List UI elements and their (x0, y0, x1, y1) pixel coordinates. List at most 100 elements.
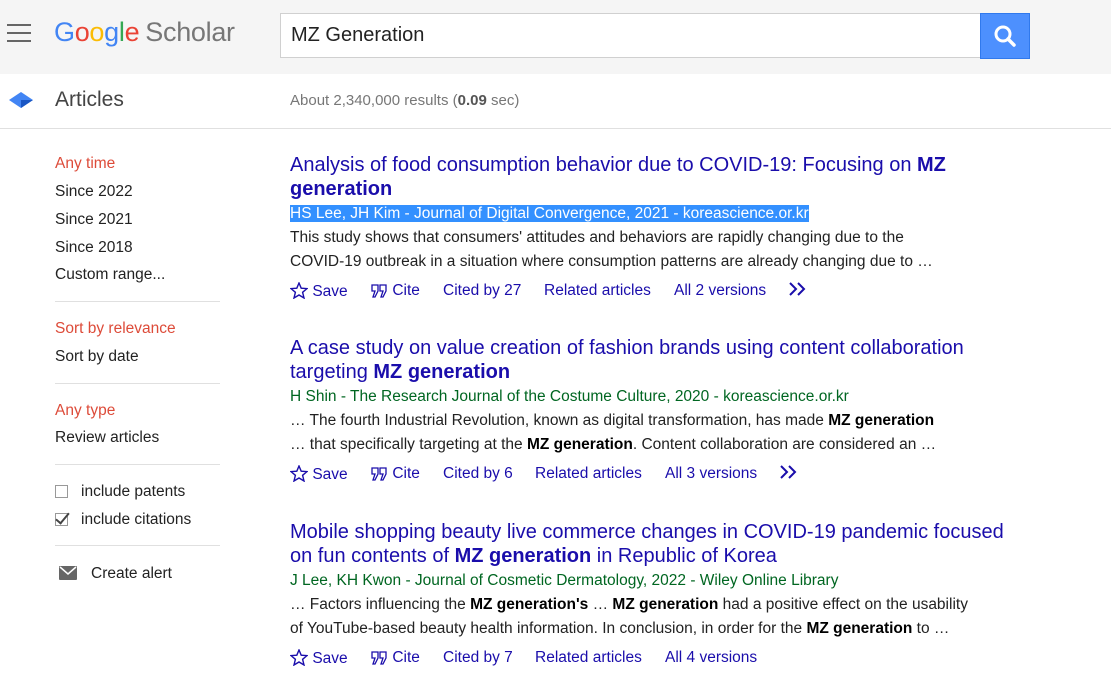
quote-icon (371, 651, 387, 665)
result-meta: HS Lee, JH Kim - Journal of Digital Conv… (290, 204, 1080, 224)
cite-label: Cite (392, 649, 420, 666)
snippet-text: of YouTube-based beauty health informati… (290, 620, 807, 637)
star-icon (289, 281, 309, 300)
cited-by-link[interactable]: Cited by 6 (443, 465, 513, 483)
filter-since-2022[interactable]: Since 2022 (55, 183, 133, 201)
snippet-text: … The fourth Industrial Revolution, know… (290, 412, 829, 429)
top-header: Google Scholar MZ Generation (0, 0, 1111, 74)
result-title-link[interactable]: Analysis of food consumption behavior du… (290, 153, 1080, 201)
title-highlight: MZ generation (373, 361, 511, 383)
snippet-highlight: MZ generation (612, 596, 719, 613)
star-icon (289, 464, 309, 483)
results-count: About 2,340,000 results (0.09 sec) (290, 92, 519, 109)
save-button[interactable]: Save (289, 464, 348, 484)
more-options-button[interactable] (779, 464, 799, 482)
save-button[interactable]: Save (289, 281, 348, 301)
double-chevron-icon (789, 282, 806, 296)
title-highlight: MZ (917, 154, 946, 176)
sort-by-date[interactable]: Sort by date (55, 348, 139, 366)
related-articles-link[interactable]: Related articles (535, 649, 642, 667)
filter-since-2018[interactable]: Since 2018 (55, 239, 133, 257)
cited-by-link[interactable]: Cited by 7 (443, 649, 513, 667)
search-result: Analysis of food consumption behavior du… (289, 153, 1080, 300)
snippet-text: . Content collaboration are considered a… (632, 436, 937, 453)
include-citations-label[interactable]: include citations (81, 511, 191, 529)
logo-scholar-text: Scholar (145, 17, 235, 47)
logo-letter: o (74, 17, 90, 47)
menu-icon[interactable] (7, 24, 33, 46)
result-snippet: This study shows that consumers' attitud… (290, 226, 1080, 274)
search-result: Mobile shopping beauty live commerce cha… (289, 520, 1080, 667)
include-patents-checkbox[interactable] (55, 485, 68, 498)
filter-any-type[interactable]: Any type (55, 402, 115, 420)
divider (55, 545, 220, 546)
result-snippet: … The fourth Industrial Revolution, know… (290, 409, 1080, 457)
divider (55, 383, 220, 384)
quote-icon (371, 284, 387, 298)
all-versions-link[interactable]: All 3 versions (665, 465, 757, 483)
snippet-text: … that specifically targeting at the (290, 436, 527, 453)
results-count-suffix: sec) (486, 92, 520, 109)
envelope-icon (59, 566, 77, 580)
filter-review-articles[interactable]: Review articles (55, 429, 159, 447)
include-patents-label[interactable]: include patents (81, 483, 185, 501)
snippet-highlight: MZ generation's (470, 596, 589, 613)
all-versions-link[interactable]: All 4 versions (665, 649, 757, 667)
title-text: targeting (290, 361, 374, 383)
logo-letter: g (104, 17, 119, 47)
results-time: 0.09 (457, 92, 487, 109)
filter-any-time[interactable]: Any time (55, 155, 115, 173)
result-meta: H Shin - The Research Journal of the Cos… (290, 388, 849, 405)
snippet-text: … Factors influencing the (290, 596, 471, 613)
search-input[interactable]: MZ Generation (280, 13, 980, 58)
cited-by-link[interactable]: Cited by 27 (443, 282, 521, 300)
cite-button[interactable]: Cite (371, 282, 420, 300)
more-options-button[interactable] (788, 281, 808, 299)
snippet-text: to … (912, 620, 950, 637)
logo-letter: e (124, 17, 140, 47)
star-icon (289, 648, 309, 667)
search-result: A case study on value creation of fashio… (289, 336, 1080, 483)
search-icon (994, 25, 1016, 47)
sort-by-relevance[interactable]: Sort by relevance (55, 320, 176, 338)
snippet-highlight: MZ generation (828, 412, 935, 429)
snippet-text: … (588, 596, 613, 613)
filter-since-2021[interactable]: Since 2021 (55, 211, 133, 229)
snippet-highlight: MZ generation (806, 620, 913, 637)
snippet-text: had a positive effect on the usability (718, 596, 968, 613)
result-title-link[interactable]: Mobile shopping beauty live commerce cha… (290, 520, 1080, 568)
divider (55, 301, 220, 302)
title-highlight: MZ generation (454, 545, 592, 567)
selected-text: HS Lee, JH Kim - Journal of Digital Conv… (290, 205, 809, 222)
result-snippet: … Factors influencing the MZ generation'… (290, 593, 1080, 641)
logo-letter: o (89, 17, 105, 47)
related-articles-link[interactable]: Related articles (544, 282, 651, 300)
save-button[interactable]: Save (289, 648, 348, 668)
double-chevron-icon (780, 465, 797, 479)
results-count-text: About 2,340,000 results ( (290, 92, 458, 109)
title-text: Analysis of food consumption behavior du… (290, 154, 918, 176)
title-highlight: generation (290, 178, 393, 200)
save-label: Save (312, 650, 348, 667)
cite-button[interactable]: Cite (371, 465, 420, 483)
create-alert-link[interactable]: Create alert (91, 565, 172, 583)
search-button[interactable] (980, 13, 1030, 59)
section-title[interactable]: Articles (55, 88, 124, 112)
result-meta: J Lee, KH Kwon - Journal of Cosmetic Der… (290, 572, 839, 589)
all-versions-link[interactable]: All 2 versions (674, 282, 766, 300)
cite-button[interactable]: Cite (371, 649, 420, 667)
subheader-bar: Articles About 2,340,000 results (0.09 s… (0, 74, 1111, 129)
google-scholar-logo[interactable]: Google Scholar (54, 17, 235, 48)
snippet-line: COVID-19 outbreak in a situation where c… (290, 253, 933, 270)
filter-custom-range[interactable]: Custom range... (55, 266, 165, 284)
graduation-cap-icon (9, 92, 33, 108)
cite-label: Cite (392, 465, 420, 482)
cite-label: Cite (392, 282, 420, 299)
result-title-link[interactable]: A case study on value creation of fashio… (290, 336, 1080, 384)
include-citations-checkbox[interactable] (55, 513, 68, 526)
title-text: on fun contents of (290, 545, 455, 567)
logo-letter: G (54, 17, 75, 47)
title-text: in Republic of Korea (591, 545, 777, 567)
related-articles-link[interactable]: Related articles (535, 465, 642, 483)
snippet-line: This study shows that consumers' attitud… (290, 229, 904, 246)
